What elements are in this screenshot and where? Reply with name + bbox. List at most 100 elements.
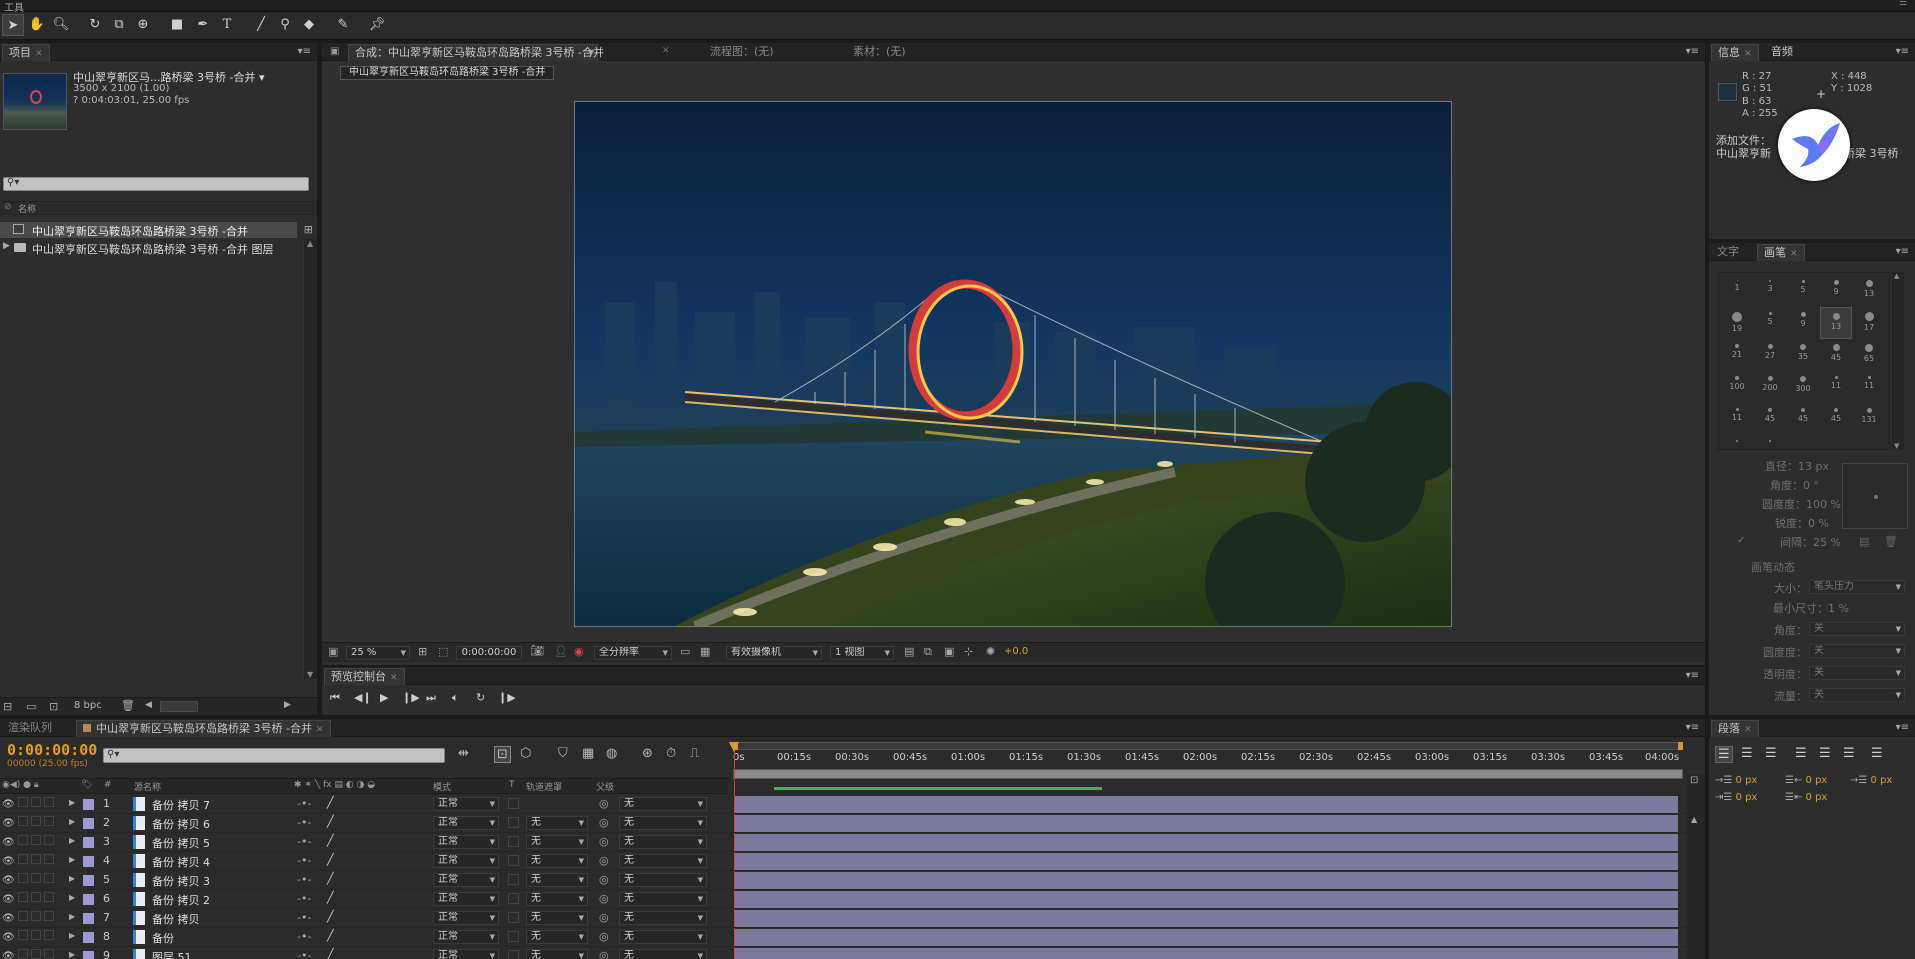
layer-name[interactable]: 备份 <box>152 930 174 946</box>
quality-switch-icon[interactable]: ╱ <box>327 815 334 828</box>
region-of-interest-icon[interactable]: ▭ <box>680 645 690 658</box>
motion-blur-icon[interactable]: ◍ <box>606 746 617 761</box>
time-ruler[interactable]: 0s 00:15s 00:30s 00:45s 01:00s 01:15s 01… <box>733 742 1683 794</box>
expand-arrow-icon[interactable]: ▶ <box>69 893 75 902</box>
brainstorm-icon[interactable]: ⊛ <box>642 746 653 761</box>
project-list-item[interactable]: 中山翠亨新区马鞍岛环岛路桥梁 3号桥 -合并 <box>0 222 297 238</box>
playhead-handle[interactable] <box>729 742 739 752</box>
tab-project[interactable]: 项目 ✕ <box>2 44 50 61</box>
layer-trkmat-dropdown[interactable]: 无 <box>526 930 588 944</box>
layer-duration-bar[interactable] <box>735 796 1678 813</box>
close-icon[interactable]: ✕ <box>662 46 670 56</box>
pan-behind-tool-icon[interactable]: ⊕ <box>132 14 154 36</box>
layer-name[interactable]: 备份 拷贝 2 <box>152 892 210 908</box>
indent-right-value[interactable]: 0 px <box>1806 775 1828 786</box>
layer-duration-bar[interactable] <box>735 891 1678 908</box>
layer-duration-bar[interactable] <box>735 872 1678 889</box>
layer-switches[interactable]: 👁︎ <box>2 816 55 829</box>
fast-previews-icon[interactable]: ⧉ <box>924 645 932 659</box>
justify-center-icon[interactable]: ☰ <box>1819 746 1831 761</box>
brush-preset[interactable]: 3 <box>1754 275 1786 307</box>
layer-switches[interactable]: 👁︎ <box>2 930 55 943</box>
layer-trkmat-dropdown[interactable]: 无 <box>526 892 588 906</box>
indent-left[interactable]: →☰ 0 px <box>1715 775 1757 786</box>
layer-duration-bar[interactable] <box>735 910 1678 927</box>
frame-blending-icon[interactable]: ▦ <box>582 746 594 761</box>
horizontal-scrollbar[interactable] <box>160 701 198 712</box>
dyn-roundness-dropdown[interactable]: 关 <box>1809 644 1905 658</box>
scroll-up-icon[interactable]: ▲ <box>1691 815 1697 824</box>
tab-composition[interactable]: 合成：中山翠亨新区马鞍岛环岛路桥梁 3号桥 -合并 ▼ <box>348 44 604 61</box>
brush-preset[interactable]: 131 <box>1853 403 1885 435</box>
brush-preset[interactable]: 200 <box>1754 371 1786 403</box>
layer-switches[interactable]: 👁︎ <box>2 949 55 959</box>
col-parent[interactable]: 父级 <box>596 780 614 793</box>
previous-frame-icon[interactable]: ◀❙ <box>354 691 372 704</box>
close-icon[interactable]: ✕ <box>1744 725 1752 735</box>
layer-trkmat-dropdown[interactable]: 无 <box>526 873 588 887</box>
dyn-opacity-dropdown[interactable]: 关 <box>1809 666 1905 680</box>
close-icon[interactable]: ✕ <box>316 725 324 735</box>
align-right-icon[interactable]: ☰ <box>1765 746 1777 761</box>
brush-preset[interactable]: 45 <box>1754 403 1786 435</box>
parent-pickwhip-icon[interactable]: ◎ <box>599 797 609 810</box>
camera-dropdown[interactable]: 有效摄像机 <box>726 646 822 660</box>
layer-label-color[interactable] <box>83 913 94 924</box>
close-icon[interactable]: ✕ <box>1790 249 1798 259</box>
layer-duration-bar[interactable] <box>735 948 1678 959</box>
brush-preset[interactable]: 13 <box>1820 307 1852 339</box>
layer-row[interactable]: 👁︎ ▶ 2 备份 拷贝 6 -•- ╱ 正常 无 ◎ 无 <box>0 814 1690 833</box>
layer-parent-dropdown[interactable]: 无 <box>619 854 707 868</box>
anchor-switch-icon[interactable]: -•- <box>297 797 311 810</box>
view-layout-dropdown[interactable]: 1 视图 <box>830 646 894 660</box>
brush-scrollbar[interactable]: ▲ ▼ <box>1892 272 1904 450</box>
layer-parent-dropdown[interactable]: 无 <box>619 873 707 887</box>
anchor-switch-icon[interactable]: -•- <box>297 892 311 905</box>
safe-zones-icon[interactable]: ⊞ <box>418 645 427 658</box>
comp-name-tab[interactable]: 中山翠亨新区马鞍岛环岛路桥梁 3号桥 -合并 <box>340 66 555 80</box>
layer-parent-dropdown[interactable]: 无 <box>619 949 707 959</box>
tab-info[interactable]: 信息 ✕ <box>1711 44 1759 61</box>
quality-switch-icon[interactable]: ╱ <box>327 834 334 847</box>
chevron-down-icon[interactable]: ▼ <box>588 45 594 61</box>
parent-pickwhip-icon[interactable]: ◎ <box>599 949 609 959</box>
channel-icon[interactable]: ◉ <box>574 645 584 658</box>
brush-preset[interactable]: 27 <box>1754 339 1786 371</box>
col-t[interactable]: T <box>509 780 515 790</box>
panel-menu-icon[interactable]: ▾≡ <box>1686 722 1699 733</box>
brush-preset[interactable]: 45 <box>1820 339 1852 371</box>
audio-icon[interactable]: 🔈︎ <box>452 691 459 705</box>
indent-right[interactable]: ☰← 0 px <box>1785 775 1827 786</box>
layer-row[interactable]: 👁︎ ▶ 1 备份 拷贝 7 -•- ╱ 正常 ◎ 无 <box>0 795 1690 814</box>
layer-row[interactable]: 👁︎ ▶ 5 备份 拷贝 3 -•- ╱ 正常 无 ◎ 无 <box>0 871 1690 890</box>
parent-pickwhip-icon[interactable]: ◎ <box>599 911 609 924</box>
brush-preset[interactable]: 13 <box>1853 275 1885 307</box>
layer-switches[interactable]: 👁︎ <box>2 911 55 924</box>
anchor-switch-icon[interactable]: -•- <box>297 930 311 943</box>
roto-brush-tool-icon[interactable]: ✎ <box>332 14 354 36</box>
new-folder-icon[interactable]: ▭ <box>26 700 36 713</box>
timeline-current-time[interactable]: 0:00:00:00 <box>7 741 97 759</box>
anchor-switch-icon[interactable]: -•- <box>297 835 311 848</box>
close-icon[interactable]: ✕ <box>390 673 398 683</box>
layer-row[interactable]: 👁︎ ▶ 9 图层 51 -•- ╱ 正常 无 ◎ 无 <box>0 947 1690 959</box>
viewer-canvas[interactable] <box>574 101 1452 627</box>
layer-trkmat-dropdown[interactable]: 无 <box>526 949 588 959</box>
col-number[interactable]: # <box>104 780 112 790</box>
anchor-switch-icon[interactable]: -•- <box>297 911 311 924</box>
layer-row[interactable]: 👁︎ ▶ 4 备份 拷贝 4 -•- ╱ 正常 无 ◎ 无 <box>0 852 1690 871</box>
tab-flowchart[interactable]: 流程图：(无) <box>704 44 780 61</box>
draft-3d-icon[interactable]: ⬡ <box>520 746 531 761</box>
scroll-right-icon[interactable]: ▶ <box>284 700 291 710</box>
panel-menu-icon[interactable]: ▾≡ <box>298 46 311 57</box>
brush-preset[interactable]: 11 <box>1853 371 1885 403</box>
layer-name[interactable]: 备份 拷贝 6 <box>152 816 210 832</box>
work-area-bar[interactable] <box>733 742 1683 750</box>
brush-preset[interactable]: 9 <box>1787 307 1819 339</box>
layer-label-color[interactable] <box>83 837 94 848</box>
expand-arrow-icon[interactable]: ▶ <box>69 836 75 845</box>
interpret-footage-icon[interactable]: ⊟ <box>3 700 12 713</box>
brush-preset[interactable]: 1 <box>1721 275 1753 307</box>
layer-parent-dropdown[interactable]: 无 <box>619 930 707 944</box>
quality-switch-icon[interactable]: ╱ <box>327 796 334 809</box>
